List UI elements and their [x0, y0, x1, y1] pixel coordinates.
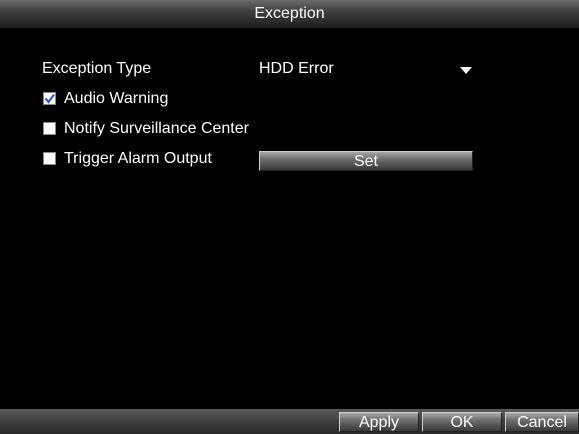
exception-type-dropdown[interactable]: HDD Error [256, 58, 476, 79]
cancel-button[interactable]: Cancel [505, 412, 579, 432]
chevron-down-icon[interactable] [459, 63, 473, 77]
window-title: Exception [254, 5, 325, 22]
trigger-alarm-label: Trigger Alarm Output [64, 150, 212, 167]
exception-type-value: HDD Error [259, 60, 334, 77]
set-button[interactable]: Set [259, 151, 473, 171]
check-icon [44, 93, 55, 104]
notify-center-checkbox[interactable] [43, 122, 56, 135]
audio-warning-label: Audio Warning [64, 90, 169, 107]
bottom-bar: Apply OK Cancel [0, 409, 579, 434]
notify-center-label: Notify Surveillance Center [64, 120, 249, 137]
title-bar: Exception [0, 0, 579, 28]
apply-button[interactable]: Apply [339, 412, 419, 432]
exception-type-label: Exception Type [42, 60, 152, 77]
audio-warning-checkbox[interactable] [43, 92, 56, 105]
trigger-alarm-checkbox[interactable] [43, 152, 56, 165]
ok-button[interactable]: OK [422, 412, 502, 432]
